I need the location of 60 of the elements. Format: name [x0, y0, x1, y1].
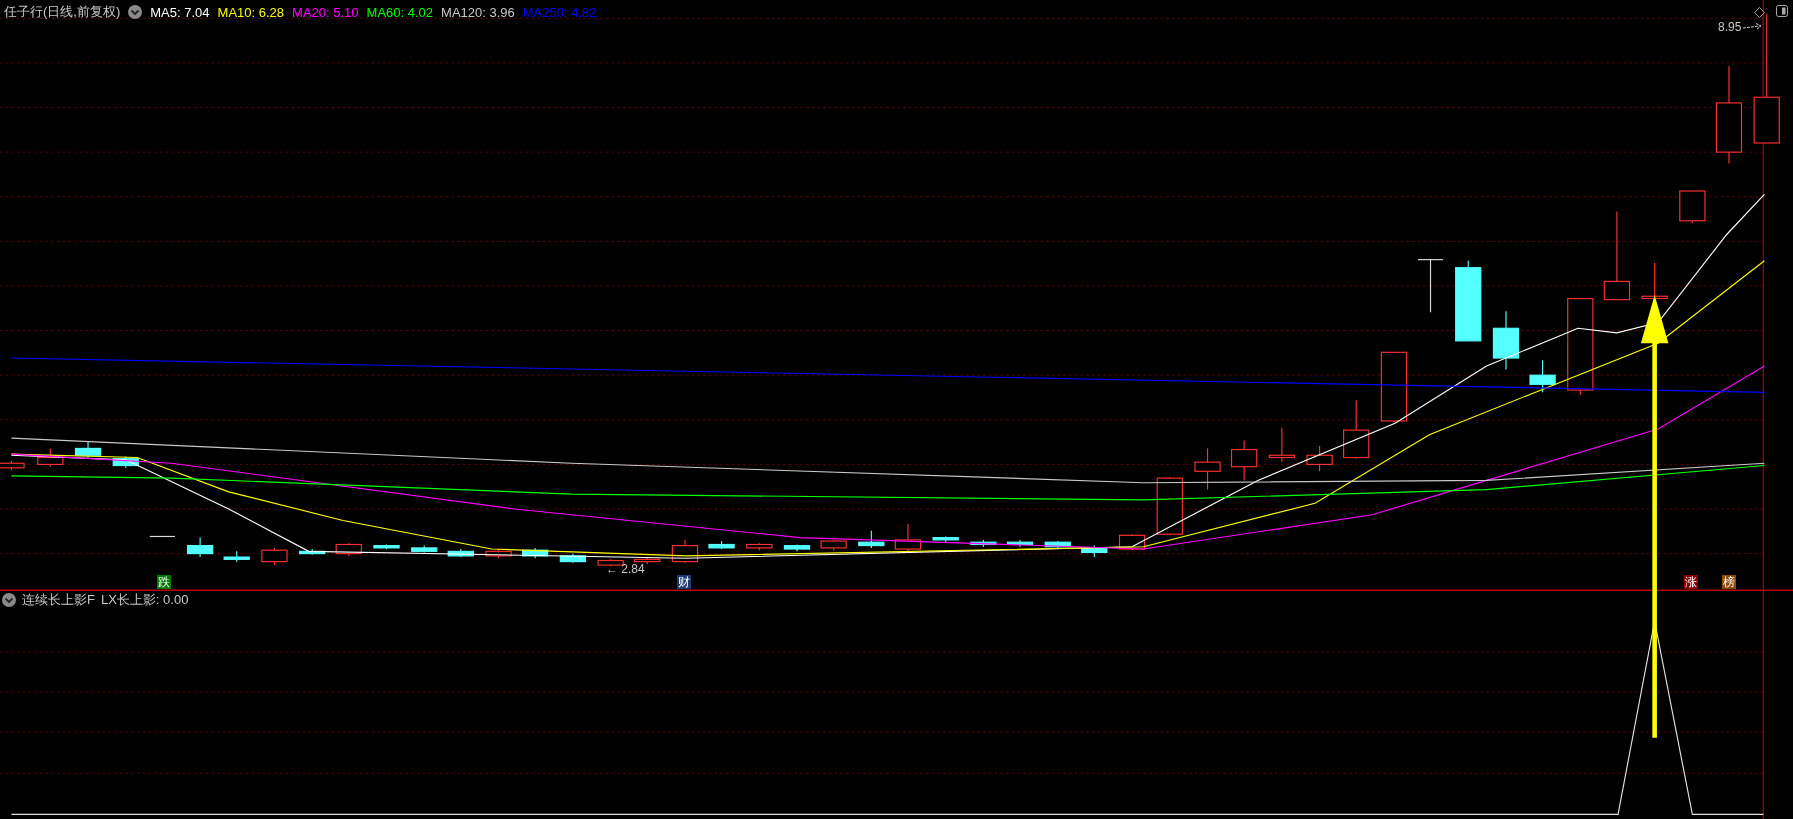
panel-toggle-icon[interactable] — [1776, 5, 1788, 17]
candlestick — [1156, 476, 1183, 536]
candlestick — [1417, 259, 1444, 313]
candlestick — [671, 539, 699, 564]
candlestick — [746, 542, 773, 551]
signal-badge: 涨 — [1684, 575, 1699, 590]
candlestick — [970, 539, 997, 548]
candlestick — [74, 440, 102, 459]
candlestick — [1343, 399, 1370, 460]
signal-badge: 财 — [676, 575, 691, 590]
candlestick — [1044, 540, 1071, 550]
price-label: ← 2.84 — [606, 562, 645, 576]
candlestick — [447, 548, 474, 558]
candlestick — [1492, 310, 1520, 371]
moving-average-value: MA5: 7.04 — [150, 4, 210, 20]
dropdown-icon[interactable] — [2, 593, 16, 607]
price-label: 8.95 — [1718, 20, 1764, 34]
candlestick — [634, 556, 661, 565]
candlestick — [1194, 447, 1221, 491]
candlestick — [1679, 190, 1706, 224]
diamond-icon[interactable] — [1754, 7, 1765, 18]
moving-average-value: MA120: 3.96 — [441, 4, 515, 20]
candlestick — [37, 447, 64, 468]
candlestick — [373, 543, 400, 550]
candlestick — [223, 550, 250, 563]
candlestick — [186, 537, 214, 558]
candlestick — [1230, 439, 1258, 481]
candlestick — [894, 523, 922, 552]
candlestick — [1006, 539, 1034, 548]
indicator-value: LX长上影: 0.00 — [100, 591, 189, 609]
candlestick — [932, 535, 959, 543]
candlestick — [335, 542, 362, 557]
candlestick — [1306, 445, 1333, 472]
candlestick — [522, 547, 549, 559]
candlestick — [1380, 351, 1408, 423]
dropdown-icon[interactable] — [128, 5, 143, 19]
arrow-icon — [1743, 23, 1764, 31]
candlestick — [261, 547, 288, 566]
candlestick — [1081, 545, 1108, 558]
candlestick — [783, 543, 811, 552]
candlestick — [559, 553, 587, 564]
candlestick — [112, 455, 139, 469]
candlestick — [597, 558, 624, 567]
candlestick — [820, 539, 847, 551]
signal-badge: 榜 — [1722, 575, 1737, 590]
signal-badge: 跌 — [156, 575, 171, 590]
candlestick — [299, 548, 326, 556]
moving-average-value: MA10: 6.28 — [217, 4, 285, 20]
candlestick — [149, 535, 176, 538]
candlestick — [858, 530, 885, 549]
moving-average-value: MA250: 4.82 — [522, 4, 597, 20]
candlestick — [1268, 427, 1295, 463]
candlestick — [708, 540, 735, 550]
candlestick — [1529, 359, 1556, 393]
indicator-name: 连续长上影F — [22, 591, 95, 609]
moving-average-value: MA20: 5.10 — [292, 4, 359, 20]
candlestick — [411, 545, 438, 554]
candlestick — [485, 548, 512, 559]
moving-average-value: MA60: 4.02 — [366, 4, 434, 20]
chart-title: 任子行(日线,前复权) — [4, 3, 121, 21]
